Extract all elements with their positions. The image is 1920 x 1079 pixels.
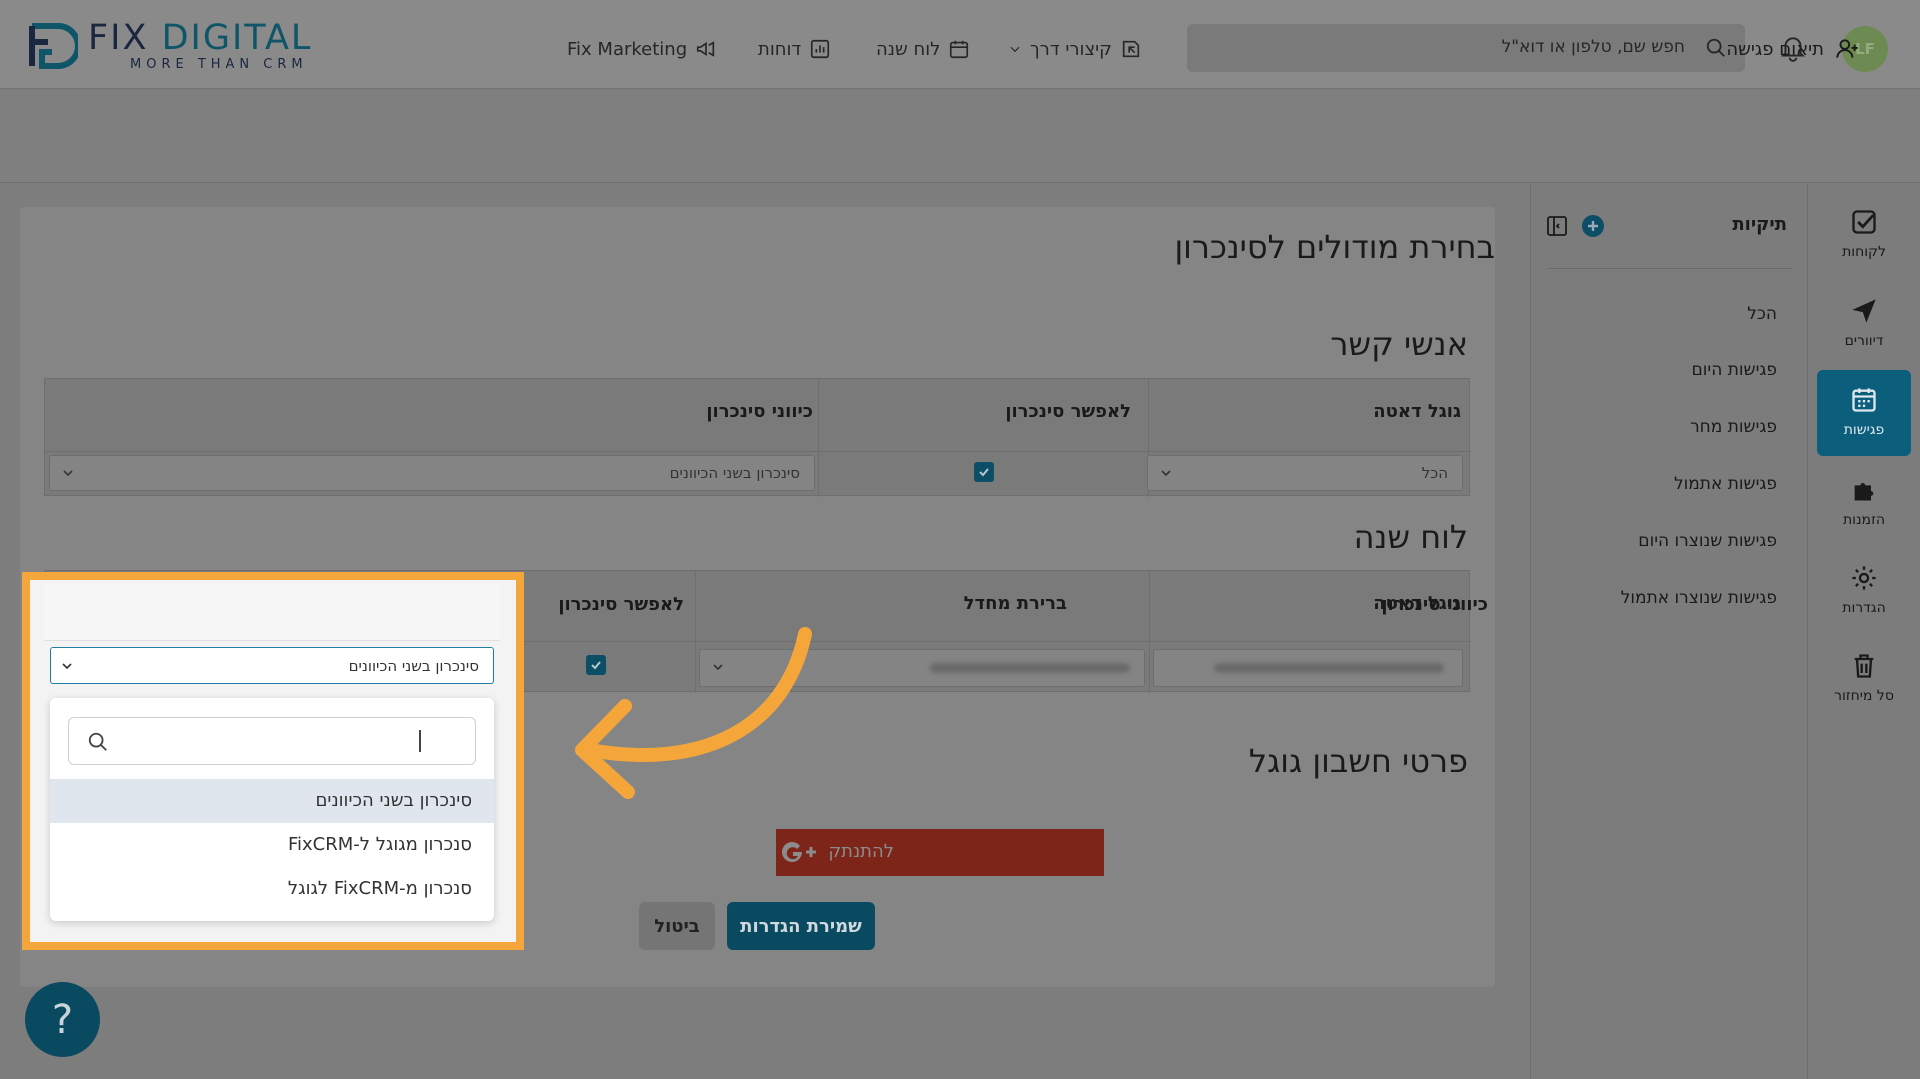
shortcut-icon — [1122, 40, 1140, 58]
highlight-header-cell — [44, 584, 500, 641]
global-search-placeholder: חפש שם, טלפון או דוא"ל — [1501, 37, 1685, 57]
chevron-down-icon — [63, 470, 73, 477]
google-account-heading: פרטי חשבון גוגל — [1248, 742, 1468, 780]
check-icon — [979, 468, 989, 477]
annotation-arrow-icon — [575, 627, 812, 799]
nav-reports[interactable]: דוחות — [758, 30, 831, 68]
calendar-google-select[interactable] — [1153, 649, 1463, 687]
megaphone-icon — [697, 41, 715, 57]
rail-item-meetings[interactable]: פגישות — [1817, 386, 1911, 438]
folders-panel: תיקיות הכל פגישות היום פגישות מחר פגישות… — [1530, 184, 1807, 1079]
page-title: בחירת מודולים לסינכרון — [1174, 228, 1495, 266]
dropdown-option-both-label: סינכרון בשני הכיוונים — [315, 790, 472, 811]
contacts-direction-value: סינכרון בשני הכיוונים — [669, 464, 800, 482]
puzzle-icon — [1854, 483, 1874, 501]
rail-item-settings[interactable]: הגדרות — [1817, 564, 1911, 616]
cancel-button[interactable]: ביטול — [639, 902, 715, 950]
folder-item-all[interactable]: הכל — [1747, 304, 1777, 324]
search-icon — [88, 732, 107, 751]
folders-divider — [1547, 268, 1792, 269]
google-disconnect-button[interactable]: להתנתק — [776, 829, 1104, 876]
rail-item-customers-label: לקוחות — [1842, 244, 1886, 260]
rail-item-meetings-label: פגישות — [1843, 422, 1885, 438]
calendar-col-enable: לאפשר סינכרון — [558, 594, 684, 615]
trash-icon — [1854, 654, 1874, 678]
redacted-account — [1214, 663, 1444, 673]
add-folder-icon[interactable] — [1581, 214, 1605, 238]
calendar-col-default: ברירת מחדל — [963, 593, 1067, 614]
dropdown-option-crm-to-google-label: סנכרון מ-FixCRM לגוגל — [287, 878, 472, 899]
calendar-icon — [1852, 388, 1876, 412]
text-cursor — [419, 730, 421, 752]
contacts-google-value: הכל — [1421, 464, 1448, 482]
nav-shortcuts[interactable]: קיצורי דרך — [1008, 30, 1142, 68]
chevron-down-icon — [62, 663, 72, 670]
contacts-heading: אנשי קשר — [1330, 325, 1468, 363]
logo-text-fix: FIX — [88, 18, 149, 58]
checkbox-icon — [1852, 210, 1876, 234]
rail-item-settings-label: הגדרות — [1842, 600, 1886, 616]
nav-fix-marketing[interactable]: Fix Marketing — [567, 30, 717, 68]
rail-item-recycle-bin-label: סל מיחזור — [1834, 688, 1894, 704]
calendar-direction-value: סינכרון בשני הכיוונים — [348, 657, 479, 675]
nav-calendar-label: לוח שנה — [876, 38, 941, 60]
rail-item-mailings[interactable]: דיוורים — [1817, 297, 1911, 349]
dropdown-option-both[interactable]: סינכרון בשני הכיוונים — [50, 779, 494, 823]
contacts-enable-checkbox[interactable] — [974, 462, 994, 482]
collapse-panel-icon[interactable] — [1545, 214, 1569, 238]
nav-fix-marketing-label: Fix Marketing — [567, 38, 688, 60]
chevron-down-icon — [1010, 46, 1020, 53]
folder-item-yesterday[interactable]: פגישות אתמול — [1674, 474, 1777, 494]
folder-item-created-yesterday[interactable]: פגישות שנוצרו אתמול — [1621, 588, 1777, 608]
calendar-icon — [950, 40, 969, 59]
report-icon — [811, 39, 830, 59]
logo-tagline: MORE THAN CRM — [130, 57, 308, 72]
contacts-col-google: גוגל דאטה — [1373, 401, 1461, 422]
dropdown-search-input[interactable] — [68, 717, 476, 765]
dropdown-option-crm-to-google[interactable]: סנכרון מ-FixCRM לגוגל — [50, 867, 494, 911]
nav-reports-label: דוחות — [758, 38, 802, 60]
contacts-col-enable: לאפשר סינכרון — [1005, 401, 1131, 422]
contacts-col-direction: כיווני סינכרון — [706, 401, 813, 422]
rail-item-customers[interactable]: לקוחות — [1817, 208, 1911, 260]
logo-text-digital: DIGITAL — [161, 18, 313, 58]
dropdown-option-google-to-crm-label: סנכרון מגוגל ל-FixCRM — [287, 834, 472, 855]
help-button[interactable]: ? — [25, 982, 100, 1057]
contacts-google-select[interactable]: הכל — [1147, 455, 1463, 491]
google-plus-icon — [782, 842, 816, 862]
logo-mark-icon — [29, 23, 78, 69]
rail-item-orders[interactable]: הזמנות — [1817, 476, 1911, 528]
rail-item-mailings-label: דיוורים — [1844, 333, 1884, 349]
nav-calendar[interactable]: לוח שנה — [876, 30, 970, 68]
folder-item-tomorrow[interactable]: פגישות מחר — [1690, 417, 1777, 437]
chevron-down-icon — [1161, 470, 1171, 477]
folder-item-today[interactable]: פגישות היום — [1692, 360, 1778, 380]
redacted-calendar — [930, 663, 1130, 673]
global-search[interactable]: חפש שם, טלפון או דוא"ל — [1187, 24, 1745, 72]
google-disconnect-label: להתנתק — [828, 841, 894, 862]
contacts-table: גוגל דאטה לאפשר סינכרון כיווני סינכרון ה… — [44, 378, 1471, 497]
calendar-direction-select[interactable]: סינכרון בשני הכיוונים — [50, 647, 494, 684]
schedule-meeting-label: תיאום פגישה — [1726, 38, 1824, 60]
schedule-meeting-button[interactable]: תיאום פגישה — [1726, 36, 1860, 62]
sub-header — [0, 90, 1920, 183]
save-settings-button[interactable]: שמירת הגדרות — [727, 902, 875, 950]
calendar-col-direction: כיווני סינכרון — [1381, 594, 1488, 615]
rail-item-orders-label: הזמנות — [1842, 512, 1886, 528]
contacts-direction-select[interactable]: סינכרון בשני הכיוונים — [49, 455, 815, 491]
rail-item-recycle-bin[interactable]: סל מיחזור — [1817, 652, 1911, 704]
send-icon — [1852, 299, 1876, 323]
dropdown-option-google-to-crm[interactable]: סנכרון מגוגל ל-FixCRM — [50, 823, 494, 867]
logo[interactable]: FIX DIGITAL MORE THAN CRM — [28, 20, 312, 72]
gear-icon — [1852, 566, 1876, 590]
nav-shortcuts-label: קיצורי דרך — [1030, 38, 1112, 60]
calendar-heading: לוח שנה — [1353, 518, 1468, 556]
add-user-icon — [1836, 39, 1858, 58]
search-icon — [1706, 38, 1725, 57]
folders-title: תיקיות — [1732, 214, 1787, 235]
folder-item-created-today[interactable]: פגישות שנוצרו היום — [1638, 531, 1777, 551]
